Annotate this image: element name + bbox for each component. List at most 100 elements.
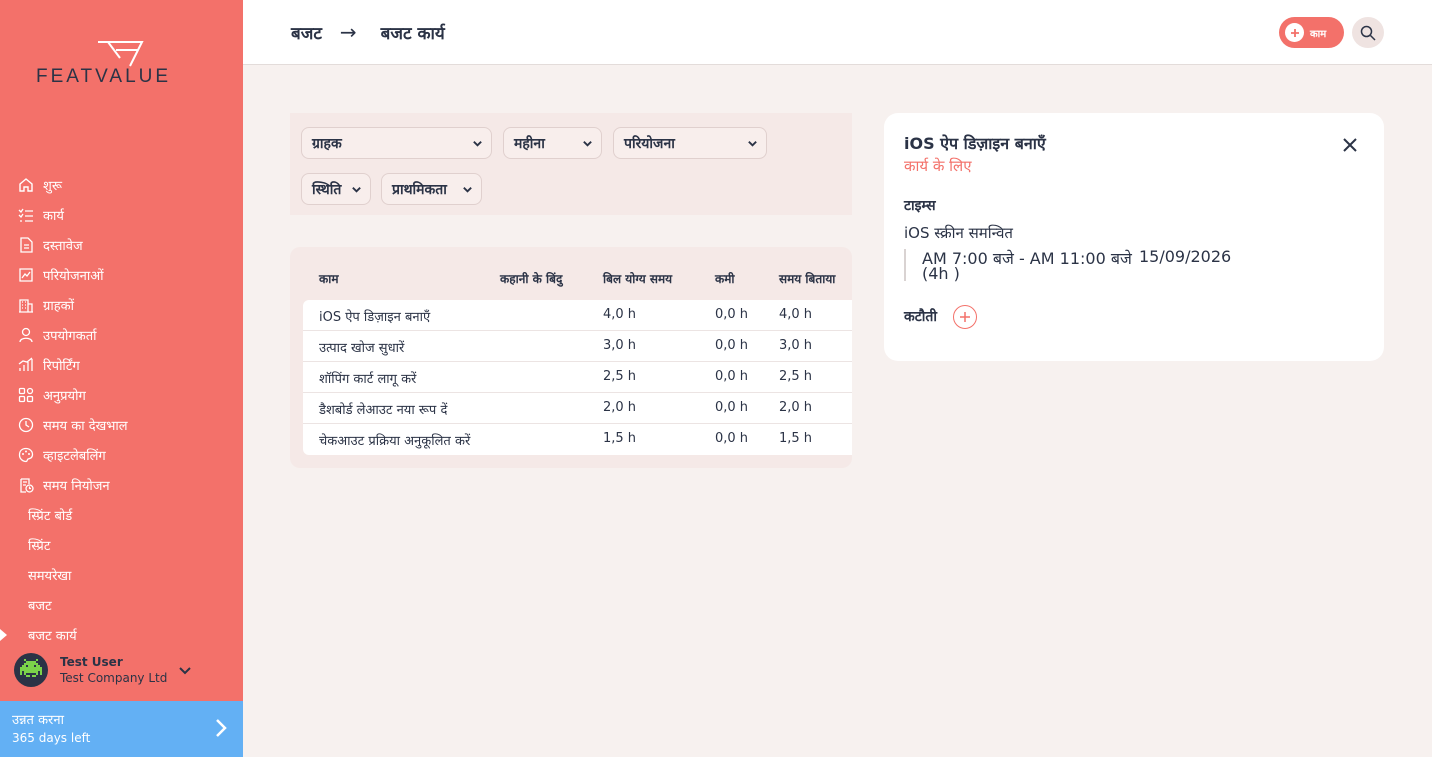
cell-task: डैशबोर्ड लेआउट नया रूप दें	[319, 403, 448, 418]
sidebar-item-planning[interactable]: समय नियोजन	[0, 470, 243, 500]
chevron-down-icon	[747, 137, 758, 153]
sidebar-item-label: अनुप्रयोग	[43, 389, 86, 404]
priority-select-value: प्राथमिकता	[392, 181, 447, 198]
sidebar-subitem-sprint-board[interactable]: स्प्रिंट बोर्ड	[0, 500, 243, 530]
chevron-down-icon	[472, 137, 483, 153]
cell-time-spent: 2,5 h	[779, 369, 813, 384]
add-deduction-button[interactable]	[953, 305, 977, 329]
sidebar-item-label: कार्य	[43, 209, 64, 224]
logo[interactable]: FEATVALUE	[36, 40, 211, 92]
plus-icon	[960, 312, 970, 322]
cell-time-spent: 4,0 h	[779, 307, 813, 322]
table-header: काम कहानी के बिंदु बिल योग्य समय कमी समय…	[290, 247, 852, 300]
column-header-story-points[interactable]: कहानी के बिंदु	[500, 270, 562, 287]
cell-task: शॉपिंग कार्ट लागू करें	[319, 372, 417, 387]
add-task-button[interactable]: काम	[1279, 17, 1344, 48]
cell-billable: 4,0 h	[603, 307, 637, 322]
sidebar-item-label: रिपोर्टिंग	[43, 359, 80, 374]
cell-time-spent: 2,0 h	[779, 400, 813, 415]
cell-billable: 2,0 h	[603, 400, 637, 415]
sidebar-item-clients[interactable]: ग्राहकों	[0, 290, 243, 320]
sidebar-item-label: समयरेखा	[28, 569, 72, 584]
customer-select[interactable]: ग्राहक	[301, 127, 492, 159]
timer-icon	[16, 416, 35, 435]
sidebar-item-label: समय का देखभाल	[43, 419, 128, 434]
sidebar-item-label: स्प्रिंट बोर्ड	[28, 509, 73, 524]
table-row[interactable]: iOS ऐप डिज़ाइन बनाएँ 4,0 h 0,0 h 4,0 h	[303, 300, 852, 331]
cell-billable: 3,0 h	[603, 338, 637, 353]
sidebar-item-projects[interactable]: परियोजनाओं	[0, 260, 243, 290]
sidebar-subitem-budget-tasks[interactable]: बजट कार्य	[0, 620, 243, 650]
chevron-down-icon	[462, 183, 473, 199]
project-select-value: परियोजना	[624, 135, 675, 152]
reporting-icon	[16, 356, 35, 375]
cell-deficit: 0,0 h	[715, 400, 749, 415]
sidebar-item-home[interactable]: शुरू	[0, 170, 243, 200]
sidebar-item-tasks[interactable]: कार्य	[0, 200, 243, 230]
breadcrumb-budget[interactable]: बजट	[291, 21, 322, 44]
home-icon	[16, 176, 35, 195]
projects-icon	[16, 266, 35, 285]
search-button[interactable]	[1352, 17, 1384, 48]
palette-icon	[16, 446, 35, 465]
time-entry-divider	[904, 249, 906, 281]
budget-tasks-table: काम कहानी के बिंदु बिल योग्य समय कमी समय…	[290, 247, 852, 468]
sidebar-item-label: समय नियोजन	[43, 479, 110, 494]
column-header-time-spent[interactable]: समय बिताया	[779, 270, 835, 287]
priority-select[interactable]: प्राथमिकता	[381, 173, 482, 205]
user-name: Test User	[60, 654, 123, 669]
avatar	[14, 653, 48, 687]
column-header-task[interactable]: काम	[319, 270, 339, 287]
sidebar-item-reporting[interactable]: रिपोर्टिंग	[0, 350, 243, 380]
sidebar-subitem-sprint[interactable]: स्प्रिंट	[0, 530, 243, 560]
sidebar-subitem-timeline[interactable]: समयरेखा	[0, 560, 243, 590]
user-icon	[16, 326, 35, 345]
sidebar-subitem-budget[interactable]: बजट	[0, 590, 243, 620]
cell-billable: 2,5 h	[603, 369, 637, 384]
close-icon[interactable]	[1342, 137, 1358, 157]
breadcrumb: बजट → बजट कार्य	[291, 20, 445, 44]
cell-deficit: 0,0 h	[715, 307, 749, 322]
table-row[interactable]: चेकआउट प्रक्रिया अनुकूलित करें 1,5 h 0,0 h…	[303, 424, 852, 455]
breadcrumb-separator: →	[339, 20, 357, 44]
cell-task: iOS ऐप डिज़ाइन बनाएँ	[319, 310, 431, 325]
table-body: iOS ऐप डिज़ाइन बनाएँ 4,0 h 0,0 h 4,0 h उत्पा…	[303, 300, 852, 455]
sidebar-item-timetracking[interactable]: समय का देखभाल	[0, 410, 243, 440]
month-select-value: महीना	[514, 135, 545, 152]
sidebar-item-label: ग्राहकों	[43, 299, 74, 314]
cell-time-spent: 3,0 h	[779, 338, 813, 353]
planning-icon	[16, 476, 35, 495]
user-menu[interactable]: Test User Test Company Ltd	[14, 650, 229, 690]
chevron-down-icon[interactable]	[179, 660, 191, 679]
status-select-value: स्थिति	[312, 181, 342, 198]
sidebar-item-apps[interactable]: अनुप्रयोग	[0, 380, 243, 410]
clients-icon	[16, 296, 35, 315]
filter-bar: ग्राहक महीना परियोजना स्थिति प्राथमिकता	[290, 113, 852, 215]
table-row[interactable]: डैशबोर्ड लेआउट नया रूप दें 2,0 h 0,0 h 2,0 …	[303, 393, 852, 424]
sidebar-item-documents[interactable]: दस्तावेज	[0, 230, 243, 260]
times-heading: टाइम्स	[904, 198, 936, 214]
upgrade-title: उन्नत करना	[12, 713, 64, 728]
user-company: Test Company Ltd	[60, 670, 168, 685]
add-task-label: काम	[1310, 28, 1327, 40]
sidebar-item-label: व्हाइटलेबलिंग	[43, 449, 106, 464]
breadcrumb-budget-tasks: बजट कार्य	[380, 23, 445, 44]
table-row[interactable]: शॉपिंग कार्ट लागू करें 2,5 h 0,0 h 2,5 h	[303, 362, 852, 393]
table-row[interactable]: उत्पाद खोज सुधारें 3,0 h 0,0 h 3,0 h	[303, 331, 852, 362]
sidebar-item-whitelabeling[interactable]: व्हाइटलेबलिंग	[0, 440, 243, 470]
header: बजट → बजट कार्य काम	[243, 0, 1432, 65]
detail-subtitle[interactable]: कार्य के लिए	[904, 156, 972, 176]
cell-billable: 1,5 h	[603, 431, 637, 446]
detail-title: iOS ऐप डिज़ाइन बनाएँ	[904, 134, 1046, 153]
column-header-billable[interactable]: बिल योग्य समय	[603, 270, 672, 287]
sidebar-item-users[interactable]: उपयोगकर्ता	[0, 320, 243, 350]
space-invader-icon	[20, 659, 42, 677]
deductions-heading: कटौती	[904, 309, 938, 325]
column-header-deficit[interactable]: कमी	[715, 270, 735, 287]
tasks-icon	[16, 206, 35, 225]
cell-time-spent: 1,5 h	[779, 431, 813, 446]
upgrade-button[interactable]: उन्नत करना 365 days left	[0, 701, 243, 757]
status-select[interactable]: स्थिति	[301, 173, 371, 205]
month-select[interactable]: महीना	[503, 127, 602, 159]
project-select[interactable]: परियोजना	[613, 127, 767, 159]
